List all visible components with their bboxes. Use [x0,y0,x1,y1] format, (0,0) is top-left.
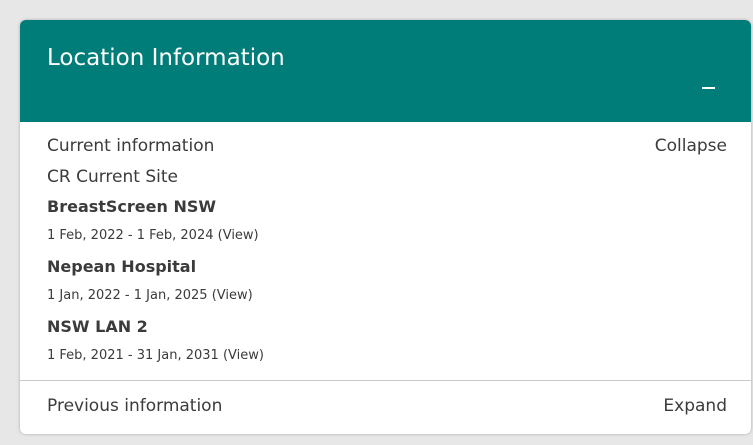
section-divider [20,380,751,381]
current-information-label: Current information [47,136,215,156]
location-name: NSW LAN 2 [47,317,148,336]
minus-icon-bar [702,87,715,89]
location-name: BreastScreen NSW [47,197,217,216]
location-list: BreastScreen NSW 1 Feb, 2022 - 1 Feb, 20… [47,195,264,375]
expand-button[interactable]: Expand [663,394,727,418]
date-range: 1 Jan, 2022 - 1 Jan, 2025 [47,288,208,303]
location-dates: 1 Feb, 2022 - 1 Feb, 2024 (View) [47,221,264,251]
location-entry: BreastScreen NSW 1 Feb, 2022 - 1 Feb, 20… [47,195,264,255]
date-range: 1 Feb, 2021 - 31 Jan, 2031 [47,348,219,363]
location-name: Nepean Hospital [47,257,197,276]
view-link[interactable]: (View) [218,228,259,243]
location-information-panel: Location Information Current information… [20,20,751,434]
panel-header: Location Information [20,20,751,122]
location-entry: Nepean Hospital 1 Jan, 2022 - 1 Jan, 202… [47,255,264,315]
location-dates: 1 Jan, 2022 - 1 Jan, 2025 (View) [47,281,264,311]
minus-icon[interactable] [701,68,719,92]
location-dates: 1 Feb, 2021 - 31 Jan, 2031 (View) [47,341,264,371]
previous-information-label: Previous information [47,396,223,416]
view-link[interactable]: (View) [223,348,264,363]
date-range: 1 Feb, 2022 - 1 Feb, 2024 [47,228,214,243]
site-heading: CR Current Site [47,167,178,187]
location-entry: NSW LAN 2 1 Feb, 2021 - 31 Jan, 2031 (Vi… [47,315,264,375]
panel-title: Location Information [47,45,285,71]
view-link[interactable]: (View) [212,288,253,303]
collapse-button[interactable]: Collapse [655,134,727,158]
